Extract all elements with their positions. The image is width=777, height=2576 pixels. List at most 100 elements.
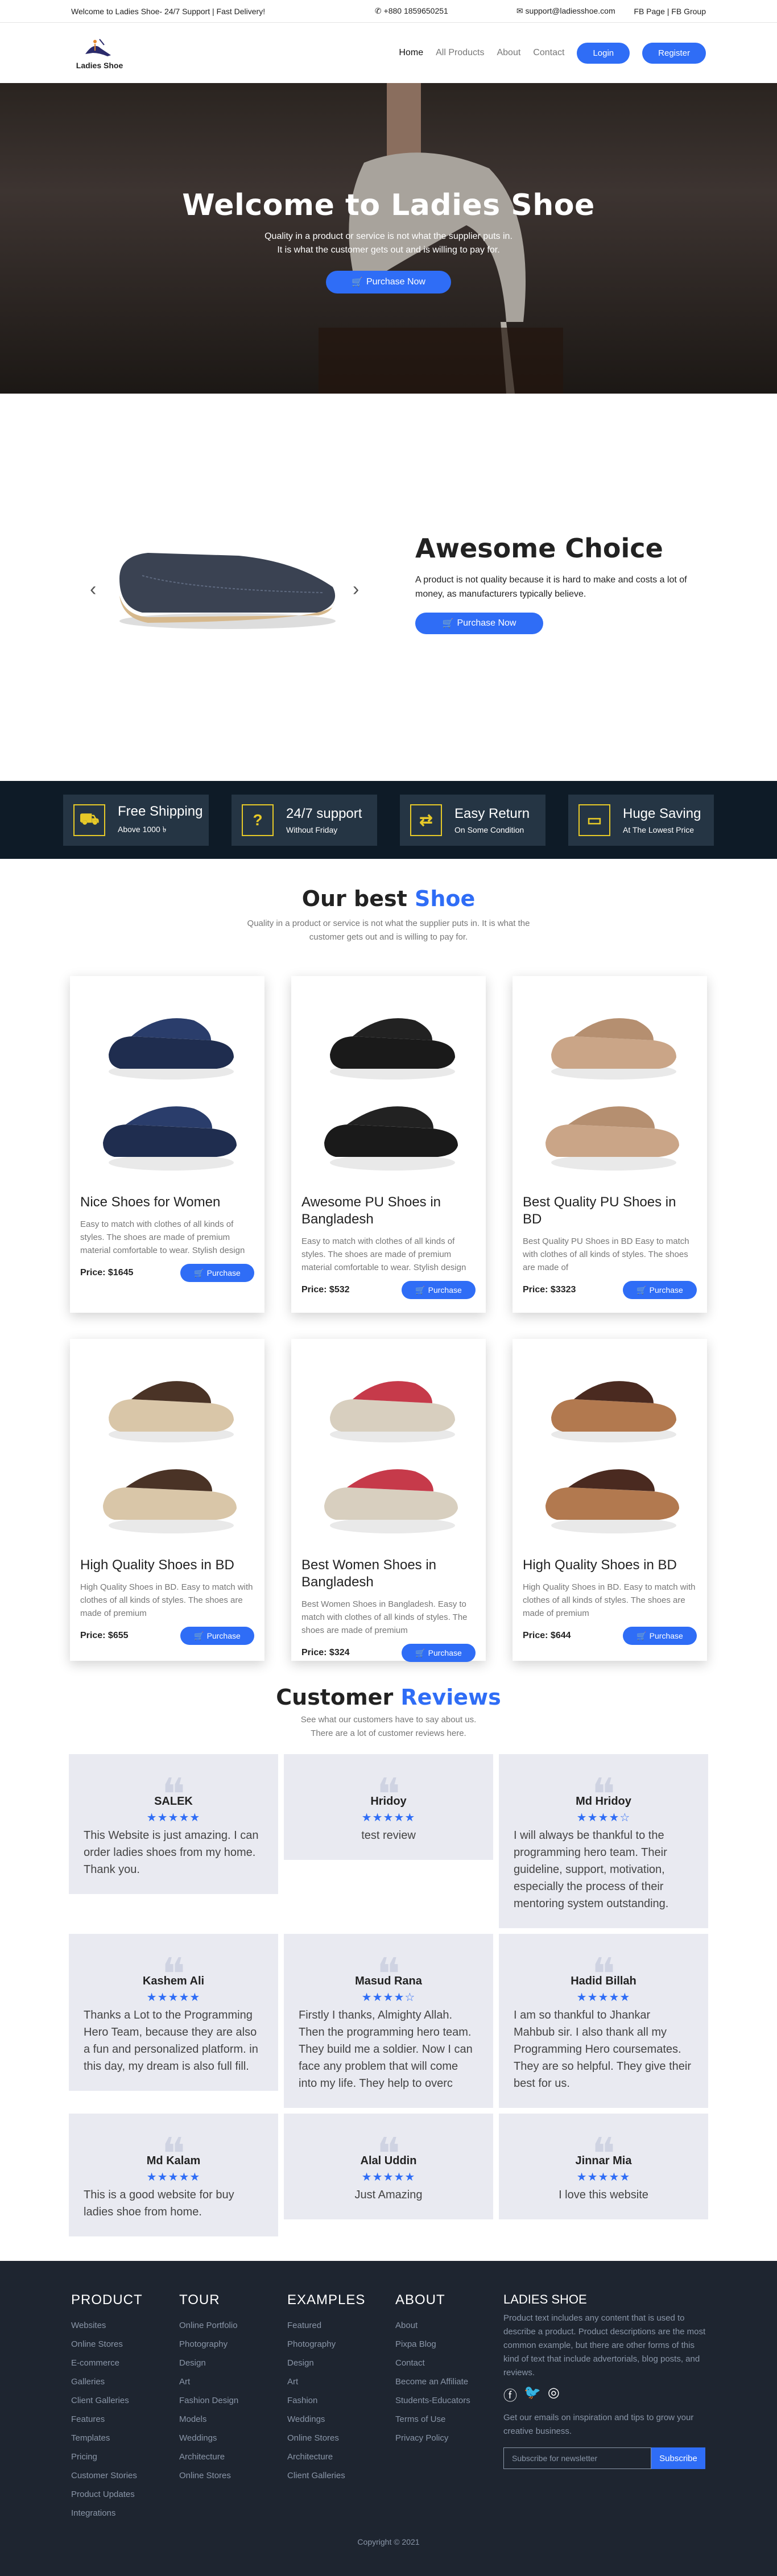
review-text: I will always be thankful to the program… <box>514 1829 669 1910</box>
footer-link[interactable]: Weddings <box>287 2410 395 2429</box>
footer-link[interactable]: Fashion Design <box>179 2391 287 2410</box>
nav-all-products[interactable]: All Products <box>436 48 484 58</box>
footer-link[interactable]: Galleries <box>71 2372 179 2391</box>
newsletter-text: Get our emails on inspiration and tips t… <box>503 2413 694 2436</box>
cart-icon: 🛒 <box>194 1631 204 1640</box>
footer-link[interactable]: Client Galleries <box>287 2466 395 2485</box>
footer-link[interactable]: Product Updates <box>71 2485 179 2504</box>
review-text: Firstly I thanks, Almighty Allah. Then t… <box>299 2009 473 2090</box>
carousel-prev-icon[interactable]: ‹ <box>90 578 96 601</box>
footer-link[interactable]: Pixpa Blog <box>395 2335 503 2354</box>
cart-icon: 🛒 <box>352 278 363 287</box>
footer-link[interactable]: Art <box>287 2372 395 2391</box>
review-card: ❝ Jinnar Mia ★★★★★ I love this website <box>499 2114 708 2219</box>
footer-link[interactable]: Weddings <box>179 2429 287 2447</box>
footer-link[interactable]: Websites <box>71 2316 179 2335</box>
feature-sub: On Some Condition <box>454 825 524 834</box>
purchase-button[interactable]: 🛒 Purchase <box>623 1281 697 1299</box>
twitter-icon[interactable]: 🐦 <box>524 2384 541 2404</box>
footer-brand-title: LADIES SHOE <box>503 2292 587 2306</box>
footer-brand-text: Product text includes any content that i… <box>503 2313 706 2377</box>
phone-contact: ✆ +880 1859650251 <box>374 6 448 15</box>
footer-link[interactable]: Online Portfolio <box>179 2316 287 2335</box>
products-section: Our best Shoe Quality in a product or se… <box>0 859 777 1662</box>
footer-column-title: TOUR <box>179 2292 220 2308</box>
footer-link[interactable]: Models <box>179 2410 287 2429</box>
nav-about[interactable]: About <box>497 48 520 58</box>
product-image <box>103 1381 237 1533</box>
quote-icon: ❝ <box>162 1769 185 1821</box>
footer-link[interactable]: Online Stores <box>71 2335 179 2354</box>
footer-link[interactable]: Students-Educators <box>395 2391 503 2410</box>
cart-icon: 🛒 <box>415 1285 425 1295</box>
logo[interactable]: Ladies Shoe <box>71 36 128 70</box>
footer-link[interactable]: Integrations <box>71 2504 179 2523</box>
product-name: High Quality Shoes in BD <box>523 1557 677 1573</box>
purchase-button[interactable]: 🛒 Purchase <box>180 1264 254 1282</box>
footer-link[interactable]: Online Stores <box>179 2466 287 2485</box>
register-button[interactable]: Register <box>642 42 706 64</box>
purchase-button[interactable]: 🛒 Purchase <box>180 1627 254 1645</box>
facebook-icon[interactable]: ⓕ <box>503 2384 517 2404</box>
footer-link[interactable]: Templates <box>71 2429 179 2447</box>
footer-link[interactable]: Photography <box>287 2335 395 2354</box>
footer-column-examples: EXAMPLES Featured Photography Design Art Fash… <box>287 2292 395 2523</box>
reviewer-name: Masud Rana <box>355 1975 422 1987</box>
product-card: Awesome PU Shoes in Bangladesh Easy to m… <box>291 976 486 1313</box>
hero-purchase-button[interactable]: 🛒 Purchase Now <box>326 271 451 293</box>
rating-stars: ★★★★☆ <box>576 1812 631 1824</box>
footer-link[interactable]: Art <box>179 2372 287 2391</box>
purchase-button[interactable]: 🛒 Purchase <box>623 1627 697 1645</box>
nav-contact[interactable]: Contact <box>533 48 564 58</box>
footer-link[interactable]: Architecture <box>287 2447 395 2466</box>
cart-icon: 🛒 <box>637 1285 647 1295</box>
footer-link[interactable]: Privacy Policy <box>395 2429 503 2447</box>
cart-icon: 🛒 <box>194 1268 204 1277</box>
rating-stars: ★★★★★ <box>576 1991 631 2004</box>
instagram-icon[interactable]: ◎ <box>548 2384 560 2404</box>
top-bar: Welcome to Ladies Shoe- 24/7 Support | F… <box>0 0 777 23</box>
rating-stars: ★★★★★ <box>361 2171 416 2184</box>
review-text: I am so thankful to Jhankar Mahbub sir. … <box>514 2009 692 2090</box>
feature-support: ? 24/7 support Without Friday <box>232 794 377 846</box>
footer-link[interactable]: Become an Affiliate <box>395 2372 503 2391</box>
product-card: Nice Shoes for Women Easy to match with … <box>70 976 264 1313</box>
footer-link[interactable]: Design <box>287 2354 395 2372</box>
cart-icon: 🛒 <box>415 1648 425 1657</box>
purchase-button[interactable]: 🛒 Purchase <box>402 1281 476 1299</box>
subscribe-button[interactable]: Subscribe <box>651 2447 705 2469</box>
newsletter-input[interactable]: Subscribe for newsletter <box>503 2447 651 2469</box>
footer-link[interactable]: Contact <box>395 2354 503 2372</box>
login-button[interactable]: Login <box>577 42 630 64</box>
footer-link[interactable]: Featured <box>287 2316 395 2335</box>
feature-easy-return: ⇄ Easy Return On Some Condition <box>400 794 545 846</box>
footer-link[interactable]: Photography <box>179 2335 287 2354</box>
nav-home[interactable]: Home <box>399 48 423 58</box>
footer-link[interactable]: Architecture <box>179 2447 287 2466</box>
carousel-next-icon[interactable]: › <box>353 578 359 601</box>
rating-stars: ★★★★★ <box>146 2171 201 2184</box>
cart-icon: 🛒 <box>637 1631 647 1640</box>
feature-title: 24/7 support <box>286 805 362 821</box>
feature-title: Huge Saving <box>623 805 701 821</box>
footer-link[interactable]: Features <box>71 2410 179 2429</box>
reviews-title: Customer Reviews <box>276 1685 501 1710</box>
footer-link[interactable]: Customer Stories <box>71 2466 179 2485</box>
facebook-links[interactable]: FB Page | FB Group <box>634 7 706 16</box>
footer-link[interactable]: Fashion <box>287 2391 395 2410</box>
footer-link[interactable]: Terms of Use <box>395 2410 503 2429</box>
footer-column-about: ABOUT About Pixpa Blog Contact Become an Aff… <box>395 2292 503 2523</box>
purchase-button[interactable]: 🛒 Purchase <box>402 1644 476 1662</box>
product-card: Best Quality PU Shoes in BD Best Quality… <box>513 976 707 1313</box>
footer-link[interactable]: Client Galleries <box>71 2391 179 2410</box>
footer-link[interactable]: Pricing <box>71 2447 179 2466</box>
footer-link[interactable]: Online Stores <box>287 2429 395 2447</box>
review-card: ❝ Hridoy ★★★★★ test review <box>284 1754 493 1860</box>
product-name: Nice Shoes for Women <box>80 1194 221 1210</box>
carousel-purchase-button[interactable]: 🛒 Purchase Now <box>415 613 543 634</box>
footer-link[interactable]: Design <box>179 2354 287 2372</box>
footer-link[interactable]: E-commerce <box>71 2354 179 2372</box>
footer-link[interactable]: About <box>395 2316 503 2335</box>
product-card: High Quality Shoes in BD High Quality Sh… <box>70 1339 264 1661</box>
social-links: ⓕ 🐦 ◎ <box>503 2384 706 2404</box>
